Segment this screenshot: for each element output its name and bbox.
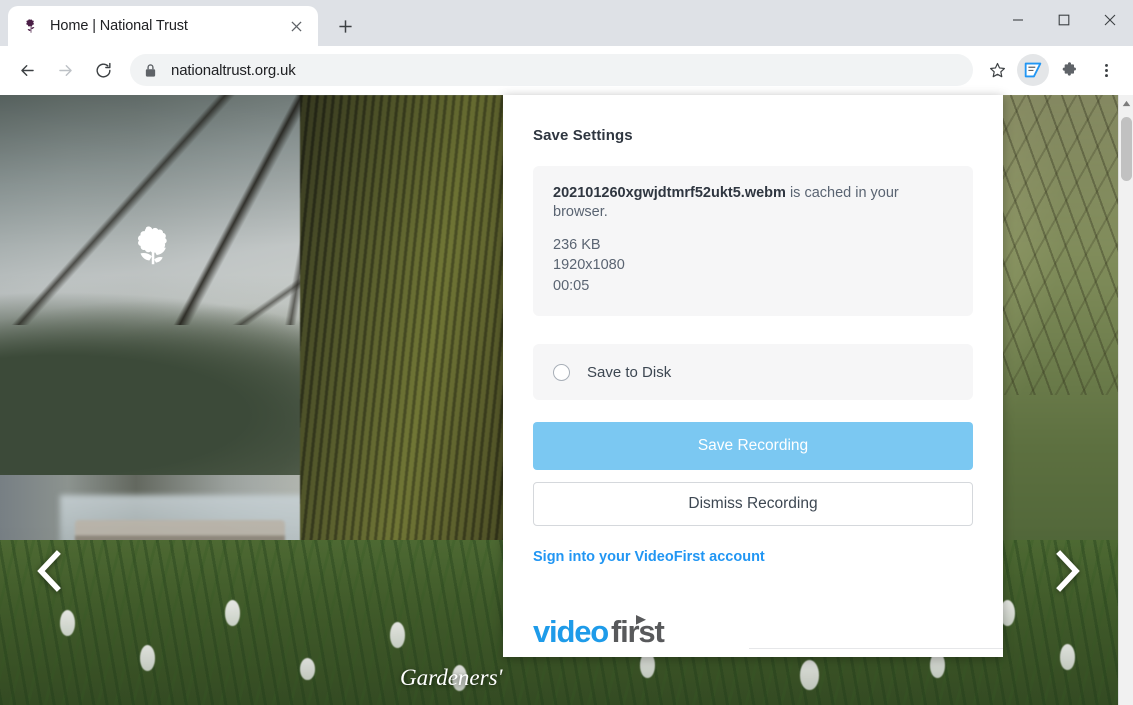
three-dot-menu-icon[interactable] [1090,54,1122,86]
tab-strip: Home | National Trust [0,0,1133,46]
national-trust-oak-leaf-logo [125,217,181,273]
new-tab-button[interactable] [330,11,360,41]
recording-size: 236 KB [553,236,601,253]
signin-link[interactable]: Sign into your VideoFirst account [533,549,765,565]
svg-text:video: video [533,614,608,649]
oak-leaf-favicon [22,17,40,35]
recording-duration: 00:05 [553,277,590,294]
back-button[interactable] [11,54,43,86]
scrollbar-thumb[interactable] [1121,117,1132,181]
carousel-prev-button[interactable] [24,545,76,597]
tab-title: Home | National Trust [50,18,188,34]
videofirst-logo: video first [533,609,973,649]
lock-icon [144,63,157,78]
url-text: nationaltrust.org.uk [171,61,296,79]
save-to-disk-label: Save to Disk [587,363,672,381]
videofirst-save-popup: Save Settings 202101260xgwjdtmrf52ukt5.w… [503,95,1003,657]
hero-caption: Gardeners' [400,665,503,690]
window-close-button[interactable] [1087,0,1133,40]
save-to-disk-option[interactable]: Save to Disk [533,344,973,401]
tab-close-button[interactable] [284,14,308,38]
popup-bottom-divider [749,648,1003,649]
recording-filename: 202101260xgwjdtmrf52ukt5.webm [553,185,786,201]
puzzle-piece-icon[interactable] [1053,54,1085,86]
recording-info-card: 202101260xgwjdtmrf52ukt5.webm is cached … [533,166,973,317]
address-bar[interactable]: nationaltrust.org.uk [130,54,973,86]
forward-button[interactable] [49,54,81,86]
maximize-button[interactable] [1041,0,1087,40]
browser-tab[interactable]: Home | National Trust [8,6,318,46]
minimize-button[interactable] [995,0,1041,40]
videofirst-extension-icon[interactable] [1017,54,1049,86]
dismiss-recording-button[interactable]: Dismiss Recording [533,482,973,527]
save-recording-button[interactable]: Save Recording [533,422,973,471]
browser-window: Home | National Trust nationaltrust.org.… [0,0,1133,705]
toolbar-icon-group [979,54,1125,86]
window-controls [995,0,1133,40]
recording-resolution: 1920x1080 [553,257,625,274]
browser-toolbar: nationaltrust.org.uk [0,46,1133,95]
scroll-up-arrow-icon[interactable] [1119,95,1133,111]
popup-title: Save Settings [533,127,633,144]
carousel-next-button[interactable] [1041,545,1093,597]
cached-status-text: 202101260xgwjdtmrf52ukt5.webm is cached … [553,184,953,222]
page-scrollbar[interactable] [1118,95,1133,705]
star-icon[interactable] [981,54,1013,86]
save-to-disk-radio[interactable] [553,363,570,381]
reload-button[interactable] [87,54,119,86]
